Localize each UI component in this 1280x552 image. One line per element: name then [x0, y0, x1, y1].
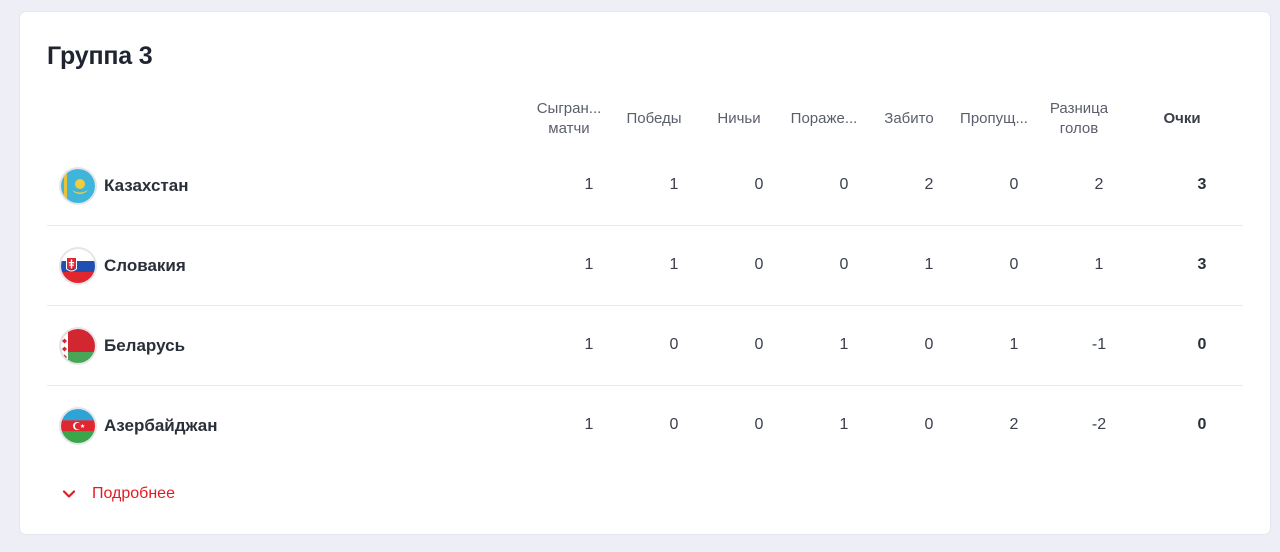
- azerbaijan-flag-icon: [61, 409, 95, 443]
- cell-diff: -2: [1091, 416, 1107, 433]
- table-row: Беларусь 1 0 0 1 0 1 -1 0: [47, 306, 1243, 386]
- cell-conceded: 1: [1009, 336, 1019, 353]
- column-header-wins: Победы: [614, 90, 694, 148]
- column-header-line: Победы: [626, 110, 682, 127]
- cell-scored: 0: [924, 416, 934, 433]
- table-row: Азербайджан 1 0 0 1 0 2 -2 0: [47, 386, 1243, 466]
- column-header-line: Пораже...: [790, 110, 858, 127]
- cell-losses: 1: [839, 416, 849, 433]
- cell-wins: 1: [669, 176, 679, 193]
- cell-draws: 0: [754, 416, 764, 433]
- column-header-line: Ничьи: [717, 110, 761, 127]
- cell-points: 0: [1197, 416, 1207, 433]
- cell-losses: 1: [839, 336, 849, 353]
- column-header-line: Забито: [884, 110, 934, 127]
- cell-draws: 0: [754, 176, 764, 193]
- cell-conceded: 0: [1009, 256, 1019, 273]
- column-header-line: Разница: [1049, 100, 1109, 117]
- cell-wins: 0: [669, 416, 679, 433]
- cell-scored: 2: [924, 176, 934, 193]
- cell-played: 1: [584, 336, 594, 353]
- team-name: Беларусь: [104, 336, 186, 355]
- column-header-played: Сыгран... матчи: [529, 90, 609, 148]
- cell-played: 1: [584, 256, 594, 273]
- cell-points: 0: [1197, 336, 1207, 353]
- cell-losses: 0: [839, 256, 849, 273]
- column-header-scored: Забито: [869, 90, 949, 148]
- cell-losses: 0: [839, 176, 849, 193]
- cell-scored: 1: [924, 256, 934, 273]
- cell-diff: 2: [1094, 176, 1104, 193]
- cell-points: 3: [1197, 176, 1207, 193]
- table-row: Казахстан 1 1 0 0 2 0 2 3: [47, 146, 1243, 226]
- column-header-line: голов: [1059, 120, 1099, 137]
- column-header-conceded: Пропущ...: [954, 90, 1034, 148]
- cell-conceded: 0: [1009, 176, 1019, 193]
- column-header-line: Пропущ...: [960, 110, 1028, 127]
- cell-played: 1: [584, 416, 594, 433]
- team-name: Казахстан: [104, 176, 189, 195]
- table-row: Словакия 1 1 0 0 1 0 1 3: [47, 226, 1243, 306]
- group-title: Группа 3: [47, 42, 153, 70]
- cell-conceded: 2: [1009, 416, 1019, 433]
- cell-wins: 1: [669, 256, 679, 273]
- cell-points: 3: [1197, 256, 1207, 273]
- belarus-flag-icon: [61, 329, 95, 363]
- cell-diff: -1: [1091, 336, 1107, 353]
- cell-scored: 0: [924, 336, 934, 353]
- cell-draws: 0: [754, 336, 764, 353]
- kazakhstan-flag-icon: [61, 169, 95, 203]
- column-header-losses: Пораже...: [784, 90, 864, 148]
- team-name: Словакия: [104, 256, 186, 275]
- team-name: Азербайджан: [104, 416, 218, 435]
- column-header-draws: Ничьи: [699, 90, 779, 148]
- cell-diff: 1: [1094, 256, 1104, 273]
- column-header-line: Очки: [1163, 110, 1201, 127]
- column-header-points: Очки: [1142, 90, 1222, 148]
- more-link[interactable]: Подробнее: [62, 485, 175, 503]
- cell-draws: 0: [754, 256, 764, 273]
- column-header-line: матчи: [548, 120, 590, 137]
- slovakia-flag-icon: [61, 249, 95, 283]
- cell-wins: 0: [669, 336, 679, 353]
- chevron-down-icon: [62, 490, 76, 498]
- column-header-line: Сыгран...: [536, 100, 602, 117]
- cell-played: 1: [584, 176, 594, 193]
- column-header-diff: Разница голов: [1039, 90, 1119, 148]
- standings-card: Группа 3 Сыгран... матчи Победы Ничьи По…: [20, 12, 1270, 534]
- more-link-label: Подробнее: [92, 485, 175, 502]
